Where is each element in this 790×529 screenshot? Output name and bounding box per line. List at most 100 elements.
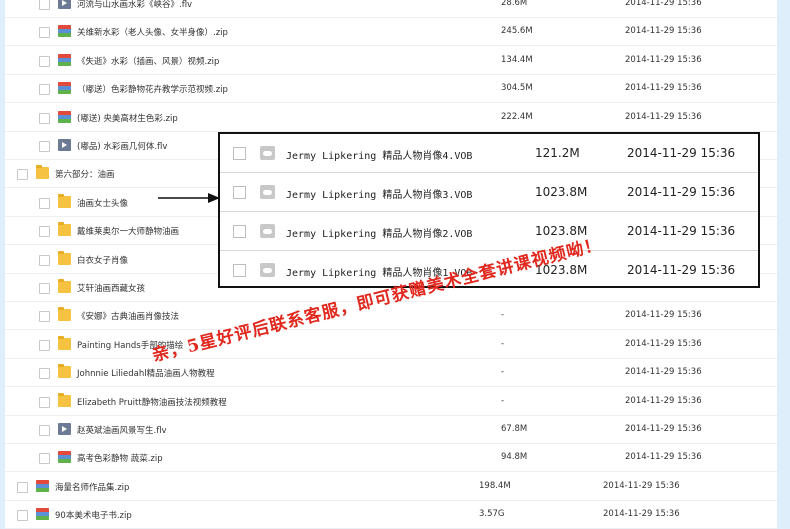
file-name[interactable]: 海量名师作品集.zip	[55, 481, 129, 493]
row-checkbox[interactable]	[39, 396, 50, 408]
folder-icon	[58, 307, 71, 322]
zip-icon	[58, 110, 71, 123]
file-date: 2014-11-29 15:36	[625, 26, 702, 37]
file-size: 304.5M	[501, 83, 533, 94]
file-name[interactable]: 90本美术电子书.zip	[55, 509, 132, 521]
video-icon	[58, 423, 71, 435]
row-checkbox[interactable]	[39, 453, 50, 465]
file-size: -	[501, 310, 505, 321]
video-icon	[58, 0, 71, 9]
file-size: 198.4M	[479, 480, 511, 491]
row-checkbox[interactable]	[233, 225, 246, 238]
file-row[interactable]: 海量名师作品集.zip 198.4M 2014-11-29 15:36	[5, 473, 777, 501]
folder-icon	[58, 250, 71, 265]
row-checkbox[interactable]	[17, 169, 28, 181]
row-checkbox[interactable]	[39, 311, 50, 323]
file-row[interactable]: 河流与山水画水彩《峡谷》.flv 28.6M 2014-11-29 15:36	[5, 0, 777, 18]
folder-icon	[36, 165, 49, 180]
file-row[interactable]: Elizabeth Pruitt静物油画技法视频教程 - 2014-11-29 15…	[5, 388, 777, 416]
row-checkbox[interactable]	[17, 481, 28, 493]
row-checkbox[interactable]	[39, 84, 50, 96]
file-row[interactable]: 赵英斌油画风景写生.flv 67.8M 2014-11-29 15:36	[5, 416, 777, 444]
file-date: 2014-11-29 15:36	[603, 480, 680, 491]
row-checkbox[interactable]	[39, 368, 50, 380]
file-name[interactable]: Jermy Lipkering 精品人物肖像4.VOB	[286, 147, 472, 162]
file-name[interactable]: (嘟品) 水彩画几何体.flv	[77, 140, 167, 152]
row-checkbox[interactable]	[17, 510, 28, 522]
zip-icon	[58, 25, 71, 38]
popup-row[interactable]: Jermy Lipkering 精品人物肖像2.VOB 1023.8M 2014…	[220, 212, 758, 251]
row-checkbox[interactable]	[233, 264, 246, 277]
file-name[interactable]: Jermy Lipkering 精品人物肖像3.VOB	[286, 186, 472, 201]
file-date: 2014-11-29 15:36	[627, 263, 736, 277]
file-date: 2014-11-29 15:36	[603, 509, 680, 520]
file-row[interactable]: 高考色彩静物 蔬菜.zip 94.8M 2014-11-29 15:36	[5, 444, 777, 473]
file-row[interactable]: 《失逝》水彩（插画、风景）视频.zip 134.4M 2014-11-29 15:3…	[5, 47, 777, 75]
row-checkbox[interactable]	[39, 283, 50, 294]
file-size: 67.8M	[501, 424, 528, 434]
file-date: 2014-11-29 15:36	[625, 452, 702, 463]
file-size: 245.6M	[501, 26, 533, 37]
popup-row[interactable]: Jermy Lipkering 精品人物肖像4.VOB 121.2M 2014-…	[220, 134, 758, 173]
file-row[interactable]: 90本美术电子书.zip 3.57G 2014-11-29 15:36	[5, 501, 777, 529]
row-checkbox[interactable]	[39, 112, 50, 124]
row-checkbox[interactable]	[39, 27, 50, 39]
file-size: 222.4M	[501, 111, 533, 122]
file-name[interactable]: 《安娜》古典油画肖像技法	[77, 310, 179, 322]
row-checkbox[interactable]	[233, 147, 246, 160]
row-checkbox[interactable]	[39, 141, 50, 152]
scrollbar-track[interactable]	[777, 0, 790, 528]
file-name[interactable]: 艾轩油画西藏女孩	[77, 282, 145, 294]
file-name[interactable]: 赵英斌油画风景写生.flv	[77, 424, 167, 436]
file-date: 2014-11-29 15:36	[627, 146, 736, 160]
video-icon	[58, 139, 71, 151]
file-row[interactable]: 关维新水彩（老人头像、女半身像）.zip 245.6M 2014-11-29 15:…	[5, 18, 777, 47]
row-checkbox[interactable]	[39, 254, 50, 266]
folder-icon	[58, 364, 71, 379]
row-checkbox[interactable]	[233, 186, 246, 199]
folder-icon	[58, 193, 71, 208]
file-name[interactable]: （嘟送）色彩静物花卉教学示范视频.zip	[77, 83, 228, 95]
row-checkbox[interactable]	[39, 0, 50, 10]
file-size: -	[501, 395, 505, 406]
file-row[interactable]: Johnnie Liliedahl精品油画人物教程 - 2014-11-29 15:…	[5, 359, 777, 388]
file-row[interactable]: （嘟送）色彩静物花卉教学示范视频.zip 304.5M 2014-11-29 15:…	[5, 75, 777, 104]
file-date: 2014-11-29 15:36	[625, 0, 702, 8]
file-name[interactable]: 油画女士头像	[77, 197, 128, 209]
file-date: 2014-11-29 15:36	[625, 111, 702, 122]
file-name[interactable]: 第六部分：油画	[55, 168, 115, 180]
zip-icon	[36, 508, 49, 521]
popup-row[interactable]: Jermy Lipkering 精品人物肖像3.VOB 1023.8M 2014…	[220, 173, 758, 212]
file-name[interactable]: 戴维莱奥尔一大师静物油画	[77, 225, 179, 237]
video-file-icon	[260, 146, 275, 160]
zip-icon	[58, 53, 71, 66]
file-size: 1023.8M	[535, 185, 588, 199]
file-name[interactable]: 白衣女子肖像	[77, 254, 128, 266]
folder-icon	[58, 279, 71, 293]
file-date: 2014-11-29 15:36	[625, 395, 702, 406]
file-name[interactable]: 《失逝》水彩（插画、风景）视频.zip	[77, 55, 219, 67]
file-name[interactable]: Jermy Lipkering 精品人物肖像2.VOB	[286, 225, 472, 240]
video-file-icon	[260, 263, 275, 277]
row-checkbox[interactable]	[39, 197, 50, 209]
file-name[interactable]: Elizabeth Pruitt静物油画技法视频教程	[77, 396, 227, 408]
file-size: 134.4M	[501, 54, 533, 65]
file-row[interactable]: Painting Hands手部的描绘 -2014-11-29 15:36	[5, 331, 777, 359]
file-name[interactable]: 河流与山水画水彩《峡谷》.flv	[77, 0, 192, 10]
file-date: 2014-11-29 15:36	[625, 83, 702, 94]
row-checkbox[interactable]	[39, 339, 50, 351]
row-checkbox[interactable]	[39, 226, 50, 238]
file-size: 28.6M	[501, 0, 528, 8]
row-checkbox[interactable]	[39, 425, 50, 436]
file-date: 2014-11-29 15:36	[627, 224, 736, 238]
file-name[interactable]: 高考色彩静物 蔬菜.zip	[77, 452, 163, 464]
file-date: 2014-11-29 15:36	[625, 338, 702, 349]
video-file-icon	[260, 224, 275, 238]
folder-icon	[58, 392, 71, 407]
row-checkbox[interactable]	[39, 55, 50, 67]
file-name[interactable]: Johnnie Liliedahl精品油画人物教程	[77, 367, 215, 379]
file-name[interactable]: 关维新水彩（老人头像、女半身像）.zip	[77, 26, 228, 38]
file-date: 2014-11-29 15:36	[625, 54, 702, 65]
file-name[interactable]: (嘟送) 央美高材生色彩.zip	[77, 112, 178, 124]
file-row[interactable]: (嘟送) 央美高材生色彩.zip 222.4M 2014-11-29 15:36	[5, 104, 777, 132]
